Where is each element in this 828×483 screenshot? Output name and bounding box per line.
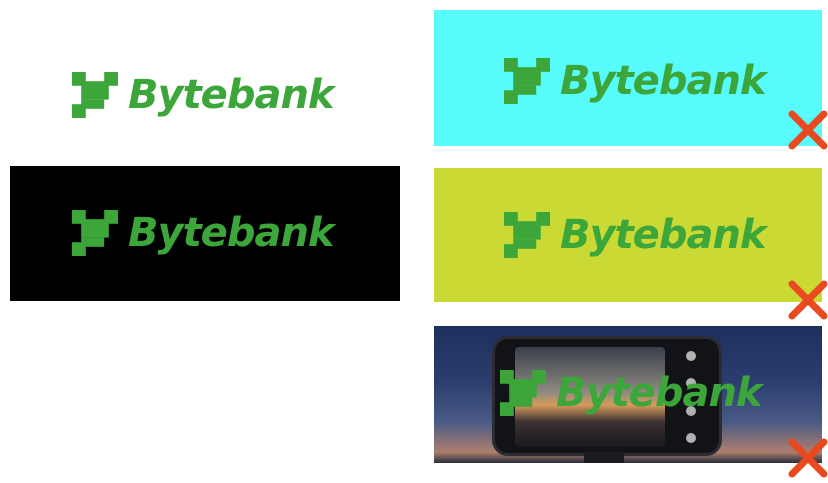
bytebank-logo: Bytebank <box>72 72 335 118</box>
logo-panel-white: Bytebank <box>10 12 400 152</box>
bytebank-pixel-logo-icon <box>504 58 550 104</box>
x-mark-icon <box>788 110 828 150</box>
brand-wordmark: Bytebank <box>560 58 767 104</box>
phone-stand <box>584 452 624 463</box>
bytebank-pixel-logo-icon <box>72 210 118 256</box>
x-mark-icon <box>788 280 828 320</box>
bytebank-logo: Bytebank <box>504 212 767 258</box>
bytebank-pixel-logo-icon <box>500 370 546 416</box>
logo-panel-photo: Bytebank <box>434 326 822 463</box>
brand-wordmark: Bytebank <box>128 210 335 256</box>
logo-panel-black: Bytebank <box>10 166 400 301</box>
brand-wordmark: Bytebank <box>560 212 767 258</box>
bytebank-logo: Bytebank <box>500 370 763 416</box>
logo-panel-cyan: Bytebank <box>434 10 822 146</box>
x-mark-icon <box>788 438 828 478</box>
bytebank-logo: Bytebank <box>504 58 767 104</box>
bytebank-pixel-logo-icon <box>504 212 550 258</box>
logo-panel-yellow: Bytebank <box>434 168 822 302</box>
brand-wordmark: Bytebank <box>128 72 335 118</box>
bytebank-logo: Bytebank <box>72 210 335 256</box>
brand-wordmark: Bytebank <box>556 370 763 416</box>
bytebank-pixel-logo-icon <box>72 72 118 118</box>
